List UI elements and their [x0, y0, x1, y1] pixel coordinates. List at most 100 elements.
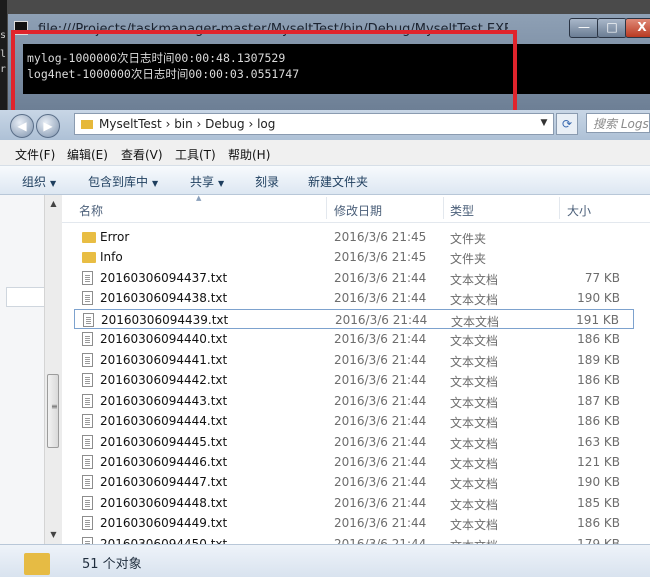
- column-divider[interactable]: [443, 197, 444, 219]
- text-file-icon: [82, 516, 93, 531]
- menu-view[interactable]: 查看(V): [121, 146, 163, 163]
- share-button[interactable]: 共享 ▼: [190, 173, 224, 190]
- file-type: 文本文档: [450, 293, 499, 308]
- file-size: 190 KB: [577, 475, 620, 490]
- file-name: 20160306094442.txt: [100, 373, 228, 388]
- close-button[interactable]: X: [625, 18, 650, 38]
- file-size: 163 KB: [577, 434, 620, 449]
- menu-edit[interactable]: 编辑(E): [67, 146, 108, 163]
- file-row[interactable]: 20160306094450.txt 2016/3/6 21:44 文本文档 179 …: [74, 534, 634, 544]
- folder-icon: [81, 120, 93, 129]
- file-row[interactable]: Info 2016/3/6 21:45 文件夹: [74, 247, 634, 267]
- forward-button[interactable]: ▶: [36, 114, 60, 138]
- command-bar: 组织 ▼ 包含到库中 ▼ 共享 ▼ 刻录 新建文件夹: [0, 166, 650, 195]
- scroll-thumb[interactable]: ≡: [47, 374, 59, 448]
- back-button[interactable]: ◀: [10, 114, 34, 138]
- address-dropdown-icon[interactable]: ▼: [536, 113, 552, 133]
- file-row[interactable]: 20160306094444.txt 2016/3/6 21:44 文本文档 186 …: [74, 411, 634, 431]
- file-row[interactable]: 20160306094448.txt 2016/3/6 21:44 文本文档 185 …: [74, 493, 634, 513]
- menu-tools[interactable]: 工具(T): [175, 146, 216, 163]
- file-date: 2016/3/6 21:45: [334, 230, 427, 244]
- scroll-up-icon[interactable]: ▲: [45, 197, 62, 211]
- file-size: 179 KB: [577, 536, 620, 544]
- file-name: 20160306094439.txt: [101, 312, 229, 327]
- file-row[interactable]: 20160306094449.txt 2016/3/6 21:44 文本文档 186 …: [74, 513, 634, 533]
- file-row[interactable]: 20160306094437.txt 2016/3/6 21:44 文本文档 77 K…: [74, 268, 634, 288]
- file-row[interactable]: 20160306094438.txt 2016/3/6 21:44 文本文档 190 …: [74, 288, 634, 308]
- column-name[interactable]: 名称: [79, 202, 103, 219]
- chevron-down-icon: ▼: [218, 179, 225, 188]
- file-date: 2016/3/6 21:45: [334, 250, 427, 265]
- file-row[interactable]: 20160306094443.txt 2016/3/6 21:44 文本文档 187 …: [74, 391, 634, 411]
- file-row[interactable]: 20160306094439.txt 2016/3/6 21:44 文本文档 191 …: [74, 308, 634, 329]
- file-date: 2016/3/6 21:44: [334, 373, 427, 388]
- organize-label: 组织: [22, 175, 47, 189]
- file-size: 186 KB: [577, 373, 620, 388]
- address-toolbar: ◀ ▶ MyseltTest › bin › Debug › log ▼ ⟳ 搜…: [0, 110, 650, 140]
- organize-button[interactable]: 组织 ▼: [22, 173, 56, 190]
- text-file-icon: [82, 393, 93, 408]
- address-path: MyseltTest › bin › Debug › log: [99, 117, 276, 131]
- file-name: 20160306094437.txt: [100, 270, 228, 285]
- scroll-down-icon[interactable]: ▼: [45, 528, 62, 542]
- search-input[interactable]: 搜索 Logs: [586, 113, 650, 133]
- file-row[interactable]: 20160306094445.txt 2016/3/6 21:44 文本文档 163 …: [74, 432, 634, 452]
- file-date: 2016/3/6 21:44: [334, 332, 427, 347]
- file-date: 2016/3/6 21:44: [334, 352, 427, 367]
- file-row[interactable]: 20160306094446.txt 2016/3/6 21:44 文本文档 121 …: [74, 452, 634, 472]
- file-type: 文本文档: [450, 395, 499, 410]
- include-label: 包含到库中: [88, 175, 149, 189]
- chevron-down-icon: ▼: [50, 179, 57, 188]
- new-folder-button[interactable]: 新建文件夹: [308, 173, 368, 190]
- text-file-icon: [83, 312, 94, 327]
- text-file-icon: [82, 536, 93, 544]
- file-type: 文本文档: [450, 416, 499, 431]
- file-size: 186 KB: [577, 516, 620, 531]
- file-name: 20160306094440.txt: [100, 332, 228, 347]
- file-name: 20160306094444.txt: [100, 414, 228, 429]
- menu-help[interactable]: 帮助(H): [228, 146, 270, 163]
- refresh-icon[interactable]: ⟳: [556, 113, 578, 135]
- file-type: 文本文档: [450, 456, 499, 471]
- file-row[interactable]: 20160306094441.txt 2016/3/6 21:44 文本文档 189 …: [74, 350, 634, 370]
- file-name: 20160306094449.txt: [100, 516, 228, 531]
- file-type: 文件夹: [450, 232, 487, 246]
- file-date: 2016/3/6 21:44: [334, 495, 427, 510]
- file-row[interactable]: Error 2016/3/6 21:45 文件夹: [74, 227, 634, 247]
- file-size: 185 KB: [577, 495, 620, 510]
- file-name: 20160306094445.txt: [100, 434, 228, 449]
- text-file-icon: [82, 332, 93, 347]
- text-file-icon: [82, 291, 93, 306]
- file-date: 2016/3/6 21:44: [334, 475, 427, 490]
- file-type: 文本文档: [450, 477, 499, 492]
- text-file-icon: [82, 434, 93, 449]
- chevron-down-icon: ▼: [152, 179, 159, 188]
- file-name: Info: [100, 250, 123, 265]
- file-type: 文本文档: [450, 436, 499, 451]
- column-divider[interactable]: [326, 197, 327, 219]
- column-divider[interactable]: [559, 197, 560, 219]
- grip-icon: ≡: [51, 402, 58, 411]
- minimize-button[interactable]: —: [569, 18, 599, 38]
- file-row[interactable]: 20160306094447.txt 2016/3/6 21:44 文本文档 190 …: [74, 472, 634, 492]
- column-date[interactable]: 修改日期: [334, 202, 382, 219]
- file-size: 77 KB: [584, 270, 620, 285]
- sort-ascending-icon: ▲: [196, 195, 202, 202]
- column-type[interactable]: 类型: [450, 202, 474, 219]
- file-date: 2016/3/6 21:44: [334, 516, 427, 531]
- burn-button[interactable]: 刻录: [255, 173, 279, 190]
- text-file-icon: [82, 373, 93, 388]
- folder-icon: [24, 553, 50, 575]
- navigation-selected-item[interactable]: [6, 287, 46, 307]
- file-date: 2016/3/6 21:44: [334, 270, 427, 285]
- navigation-scrollbar[interactable]: ▲ ≡ ▼: [44, 195, 62, 544]
- file-row[interactable]: 20160306094440.txt 2016/3/6 21:44 文本文档 186 …: [74, 329, 634, 349]
- file-name: 20160306094443.txt: [100, 393, 228, 408]
- file-size: 189 KB: [577, 352, 620, 367]
- menu-file[interactable]: 文件(F): [15, 146, 55, 163]
- address-bar[interactable]: MyseltTest › bin › Debug › log: [74, 113, 554, 135]
- file-row[interactable]: 20160306094442.txt 2016/3/6 21:44 文本文档 186 …: [74, 370, 634, 390]
- include-in-library-button[interactable]: 包含到库中 ▼: [88, 173, 158, 190]
- maximize-button[interactable]: □: [597, 18, 627, 38]
- column-size[interactable]: 大小: [567, 202, 591, 219]
